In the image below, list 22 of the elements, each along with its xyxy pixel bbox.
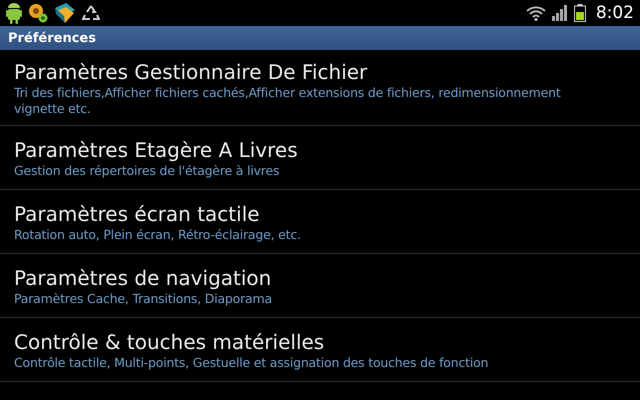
preference-summary: Paramètres Cache, Transitions, Diaporama bbox=[14, 291, 273, 307]
preference-title: Paramètres de navigation bbox=[14, 265, 272, 291]
preference-summary: Rotation auto, Plein écran, Rétro-éclairage, etc. bbox=[14, 227, 302, 243]
preference-item[interactable]: Paramètres Gestionnaire De Fichier Tri des fichiers,Afficher fichiers cachés,Afficher extensions de fichiers, redimensionnement vignette etc. bbox=[0, 50, 640, 126]
clock-time: 8:02 bbox=[596, 3, 634, 23]
preference-item[interactable]: Paramètres écran tactile Rotation auto, Plein écran, Rétro-éclairage, etc. bbox=[0, 190, 640, 254]
preference-title: Paramètres écran tactile bbox=[14, 201, 261, 227]
android-icon bbox=[6, 2, 22, 24]
preference-summary: Contrôle tactile, Multi-points, Gestuelle et assignation des touches de fonction bbox=[14, 355, 490, 371]
preference-item[interactable]: Paramètres de navigation Paramètres Cache, Transitions, Diaporama bbox=[0, 254, 640, 318]
preference-item[interactable]: Paramètres Etagère A Livres Gestion des répertoires de l'étagère à livres bbox=[0, 126, 640, 190]
preference-summary: Tri des fichiers,Afficher fichiers cachés,Afficher extensions de fichiers, redimensionnement vignette etc. bbox=[14, 85, 562, 117]
preference-title: Contrôle & touches matérielles bbox=[14, 329, 326, 355]
preference-summary: Gestion des répertoires de l'étagère à livres bbox=[14, 163, 280, 179]
preference-item[interactable]: Contrôle & touches matérielles Contrôle tactile, Multi-points, Gestuelle et assignation des touches de fonction bbox=[0, 318, 640, 382]
recycle-icon bbox=[82, 4, 100, 22]
wifi-icon bbox=[526, 5, 546, 21]
preference-title: Paramètres Gestionnaire De Fichier bbox=[14, 59, 368, 85]
battery-icon bbox=[574, 4, 586, 22]
screen-title: Préférences bbox=[8, 30, 96, 46]
preference-title: Paramètres Etagère A Livres bbox=[14, 137, 299, 163]
signal-icon bbox=[552, 5, 568, 21]
